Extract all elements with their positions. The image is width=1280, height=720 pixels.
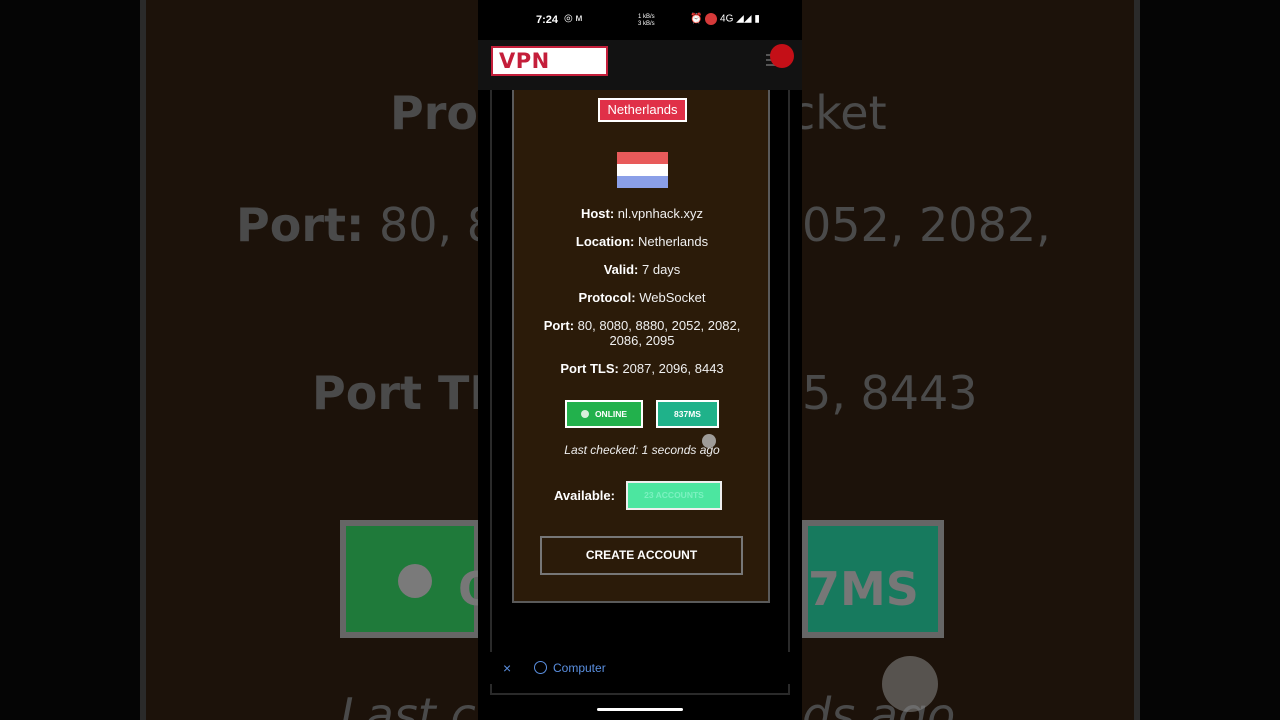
phone-screen: 7:24 ◎ ᴍ 1 kB/s 3 kB/s ⏰ 4G ◢◢ ▮ VPN Net… (478, 0, 802, 720)
status-right-icons: ⏰ 4G ◢◢ ▮ (690, 13, 760, 25)
country-badge: Netherlands (598, 98, 687, 122)
protocol-value: WebSocket (639, 290, 706, 305)
touch-indicator (702, 434, 716, 448)
browser-bottom-bar: × Computer (490, 652, 790, 684)
close-icon[interactable]: × (503, 660, 511, 676)
online-dot-icon (580, 410, 589, 418)
create-account-button[interactable]: CREATE ACCOUNT (540, 536, 743, 575)
network-speed: 1 kB/s 3 kB/s (638, 14, 655, 28)
protocol-row: Protocol: WebSocket (514, 290, 770, 305)
host-label: Host: (580, 206, 615, 221)
desktop-mode-icon[interactable] (534, 661, 547, 674)
server-card: Netherlands Host: nl.vpnhack.xyz Locatio… (512, 90, 770, 603)
protocol-label: Protocol: (578, 290, 636, 305)
bg-text-port-tls-tail: 5, 8443 (802, 366, 978, 420)
valid-label: Valid: (603, 262, 639, 277)
location-label: Location: (575, 234, 635, 249)
bg-ping-pill: 7MS (802, 520, 944, 638)
ping-badge: 837MS (656, 400, 719, 428)
page-content: Netherlands Host: nl.vpnhack.xyz Locatio… (490, 90, 790, 695)
online-status-badge: ONLINE (565, 400, 643, 428)
host-row: Host: nl.vpnhack.xyz (514, 206, 770, 221)
port-row: Port: 80, 8080, 8880, 2052, 2082, 2086, … (514, 318, 770, 348)
bg-text-port-tls: Port TL (312, 366, 499, 420)
location-value: Netherlands (638, 234, 709, 249)
desktop-mode-label[interactable]: Computer (553, 661, 606, 675)
bg-text-port: Port: 80, 8 (236, 198, 497, 252)
network-type: 4G (720, 13, 734, 25)
status-bar: 7:24 ◎ ᴍ 1 kB/s 3 kB/s ⏰ 4G ◢◢ ▮ (478, 0, 802, 40)
bg-online-dot (398, 564, 432, 598)
location-row: Location: Netherlands (514, 234, 770, 249)
online-status-text: ONLINE (594, 409, 628, 419)
app-header: VPN (478, 40, 802, 90)
alarm-icon: ⏰ (690, 13, 703, 25)
screen-record-icon (705, 13, 718, 25)
bg-text-port-tail: 052, 2082, (802, 198, 1051, 252)
bg-text-protocol-tail: cket (790, 86, 887, 140)
port-value: 80, 8080, 8880, 2052, 2082, 2086, 2095 (577, 318, 741, 348)
bg-online-pill: O (340, 520, 497, 638)
bg-left-edge (0, 0, 140, 720)
port-tls-row: Port TLS: 2087, 2096, 8443 (514, 361, 770, 376)
signal-icon: ◢◢ (736, 13, 752, 25)
bg-touch-indicator (882, 656, 938, 712)
port-tls-value: 2087, 2096, 8443 (622, 361, 724, 376)
status-time: 7:24 (536, 14, 559, 26)
available-label: Available: (554, 488, 615, 503)
valid-row: Valid: 7 days (514, 262, 770, 277)
valid-value: 7 days (642, 262, 681, 277)
battery-icon: ▮ (754, 13, 760, 25)
status-notification-icons: ◎ ᴍ (564, 13, 583, 24)
record-indicator-icon (770, 44, 794, 68)
bg-ping-text: 7MS (808, 562, 919, 616)
speed-up: 1 kB/s (638, 14, 655, 20)
host-value: nl.vpnhack.xyz (617, 206, 704, 221)
bg-right-edge (1140, 0, 1280, 720)
port-tls-label: Port TLS: (560, 361, 619, 376)
gesture-nav-handle[interactable] (597, 708, 683, 711)
vpn-logo[interactable]: VPN (491, 46, 608, 76)
available-accounts-badge: 23 ACCOUNTS (626, 481, 722, 510)
speed-down: 3 kB/s (638, 21, 655, 27)
port-label: Port: (543, 318, 575, 333)
netherlands-flag-icon (617, 152, 668, 188)
last-checked-text: Last checked: 1 seconds ago (564, 443, 720, 457)
